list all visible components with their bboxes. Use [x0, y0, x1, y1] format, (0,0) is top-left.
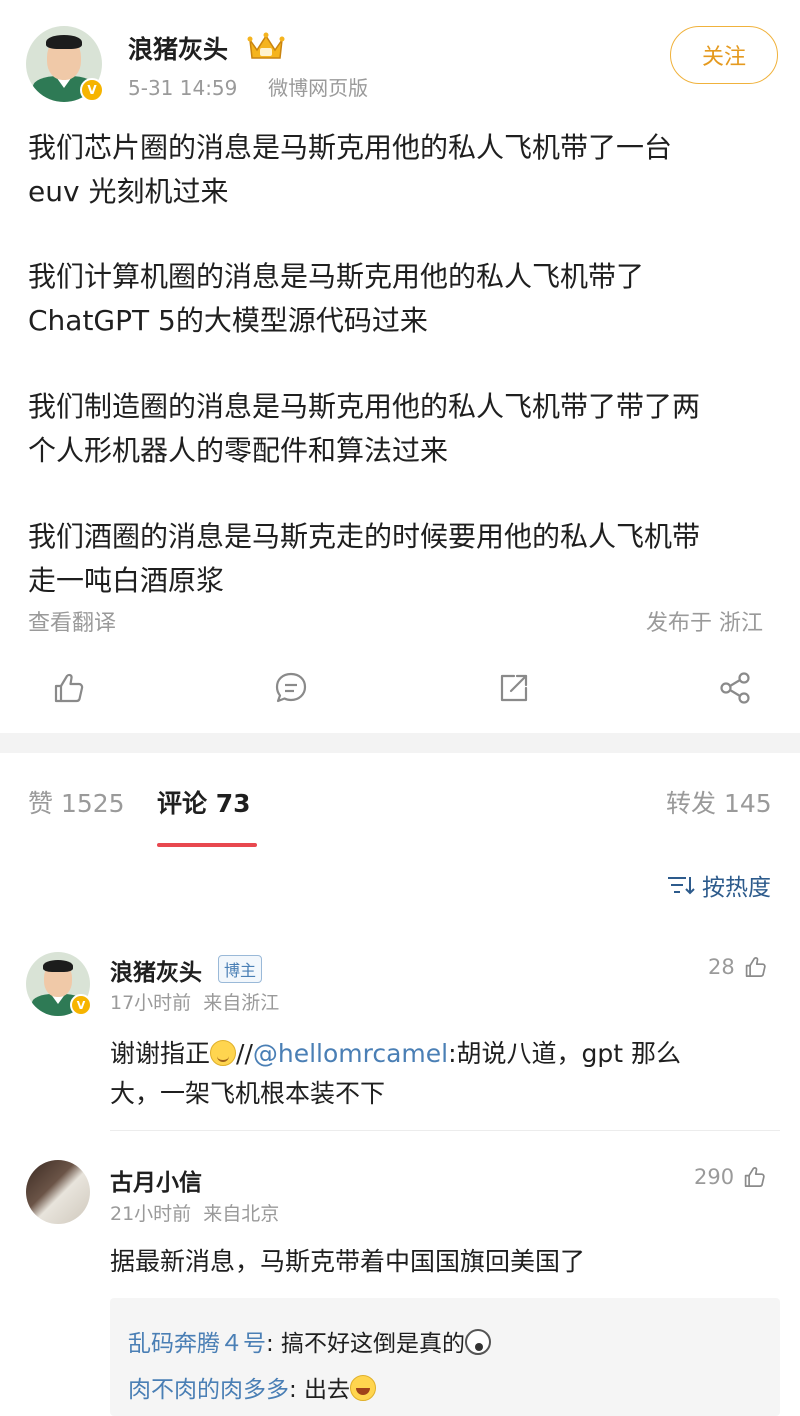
sort-label: 按热度 — [702, 875, 771, 901]
comment-like-button[interactable]: 290 — [694, 1163, 768, 1191]
tab-comments[interactable]: 评论 73 — [157, 784, 251, 820]
translate-link[interactable]: 查看翻译 — [28, 605, 116, 637]
comment-bubble-icon — [275, 672, 307, 703]
active-tab-indicator — [157, 843, 257, 847]
avatar-hair — [43, 960, 73, 972]
author-name[interactable]: 浪猪灰头 — [128, 30, 228, 66]
comment-author-name[interactable]: 浪猪灰头 — [110, 953, 202, 987]
shocked-emoji-icon — [465, 1329, 492, 1355]
comment-like-button[interactable]: 28 — [708, 953, 769, 981]
avatar-hair — [46, 35, 82, 49]
thumbs-up-icon — [744, 1167, 765, 1187]
verified-badge-icon: V — [70, 994, 92, 1016]
tab-reposts[interactable]: 转发 145 — [666, 784, 772, 820]
follow-button[interactable]: 关注 — [670, 26, 778, 84]
post-paragraph-4: 我们酒圈的消息是马斯克走的时候要用他的私人飞机带 走一吨白酒原浆 — [28, 520, 701, 597]
tab-likes[interactable]: 赞 1525 — [28, 784, 125, 820]
mention-link[interactable]: @hellomrcamel — [253, 1039, 448, 1068]
post-time: 5-31 14:59 — [128, 76, 238, 100]
share-arrow-icon — [500, 674, 528, 702]
post-meta: 5-31 14:59 微博网页版 — [128, 72, 368, 101]
reply-item: 乱码奔腾４号: 搞不好这倒是真的 — [128, 1324, 492, 1358]
section-divider — [0, 733, 800, 753]
reply-username[interactable]: 乱码奔腾４号 — [128, 1331, 266, 1357]
verified-badge-icon: V — [80, 78, 104, 102]
sort-icon — [668, 877, 695, 895]
reply-text: : 出去 — [289, 1377, 351, 1403]
comment-meta: 17小时前 来自浙江 — [110, 992, 280, 1014]
comment-like-count: 290 — [694, 1165, 735, 1189]
comment-avatar[interactable] — [26, 1160, 90, 1224]
comment-author-name[interactable]: 古月小信 — [110, 1163, 202, 1197]
comment-text: 谢谢指正//@hellomrcamel:胡说八道，gpt 那么 大，一架飞机根本… — [110, 1039, 682, 1108]
reply-username[interactable]: 肉不肉的肉多多 — [128, 1377, 289, 1403]
comment-action-button[interactable] — [271, 668, 311, 708]
like-action-button[interactable] — [48, 668, 88, 708]
laughing-emoji-icon — [350, 1375, 377, 1401]
share-action-button[interactable] — [716, 668, 756, 708]
owner-badge: 博主 — [218, 955, 263, 983]
comment-text: 据最新消息，马斯克带着中国国旗回美国了 — [110, 1247, 586, 1276]
smile-emoji-icon — [210, 1040, 237, 1066]
post-source[interactable]: 微博网页版 — [268, 76, 368, 100]
post-paragraph-2: 我们计算机圈的消息是马斯克用他的私人飞机带了 ChatGPT 5的大模型源代码过… — [28, 260, 645, 337]
share-nodes-icon — [720, 672, 750, 704]
reply-item: 肉不肉的肉多多: 出去 — [128, 1370, 377, 1404]
sort-by-hot-button[interactable]: 按热度 — [666, 868, 771, 902]
thumbs-up-icon — [54, 673, 84, 703]
post-paragraph-1: 我们芯片圈的消息是马斯克用他的私人飞机带了一台 euv 光刻机过来 — [28, 131, 673, 208]
comment-like-count: 28 — [708, 955, 735, 979]
repost-action-button[interactable] — [494, 668, 534, 708]
comment-meta: 21小时前 来自北京 — [110, 1203, 280, 1225]
comment-divider — [110, 1130, 780, 1131]
post-location: 发布于 浙江 — [646, 611, 763, 636]
post-paragraph-3: 我们制造圈的消息是马斯克用他的私人飞机带了带了两 个人形机器人的零配件和算法过来 — [28, 390, 701, 467]
reply-text: : 搞不好这倒是真的 — [266, 1331, 466, 1357]
crown-badge-icon — [247, 32, 285, 59]
thumbs-up-icon — [745, 957, 766, 977]
